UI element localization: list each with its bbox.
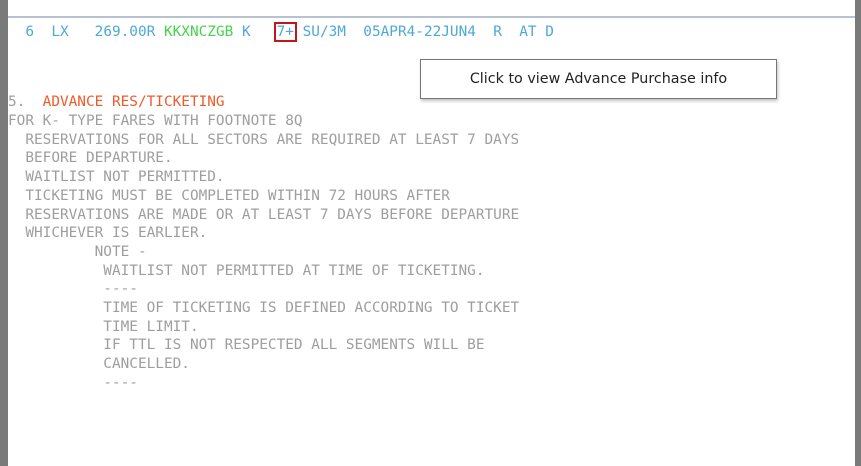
fare-line-number: 6 <box>25 24 34 40</box>
window-right-border <box>855 0 861 466</box>
fare-row[interactable]: 6 LX 269.00R KKXNCZGB K 7+ SU/3M 05APR4-… <box>8 22 554 42</box>
min-max-stay[interactable]: SU/3M <box>303 24 346 40</box>
rule-text-line: ---- <box>8 374 138 391</box>
rule-text-line: CANCELLED. <box>8 356 190 373</box>
rule-section-header: 5. ADVANCE RES/TICKETING <box>8 93 225 112</box>
rule-text-line: ---- <box>8 281 138 298</box>
advance-purchase-tooltip: Click to view Advance Purchase info <box>420 59 777 99</box>
rule-text-line: FOR K- TYPE FARES WITH FOOTNOTE 8Q <box>8 113 303 129</box>
tooltip-text: Click to view Advance Purchase info <box>469 71 728 87</box>
window-left-border <box>0 0 8 466</box>
travel-dates: 05APR4-22JUN4 <box>363 24 476 40</box>
fare-display-window: 6 LX 269.00R KKXNCZGB K 7+ SU/3M 05APR4-… <box>0 0 861 466</box>
fare-basis[interactable]: KKXNCZGB <box>164 24 233 40</box>
rule-text-line: NOTE - <box>8 243 147 260</box>
fare-amount: 269.00R <box>94 24 156 40</box>
booking-class: K <box>241 24 251 40</box>
rule-text-line: TIME OF TICKETING IS DEFINED ACCORDING T… <box>8 300 520 316</box>
rule-text-line: WHICHEVER IS EARLIER. <box>8 225 208 242</box>
rule-text-line: IF TTL IS NOT RESPECTED ALL SEGMENTS WIL… <box>8 337 485 354</box>
rule-text-line: BEFORE DEPARTURE. <box>8 150 173 167</box>
carrier-code: LX <box>51 24 69 40</box>
rule-text-line: TICKETING MUST BE COMPLETED WITHIN 72 HO… <box>8 187 450 204</box>
rule-text-line: WAITLIST NOT PERMITTED AT TIME OF TICKET… <box>8 262 485 279</box>
rule-section-title[interactable]: ADVANCE RES/TICKETING <box>43 94 225 110</box>
fare-type: R <box>493 24 502 40</box>
rule-text-line: WAITLIST NOT PERMITTED. <box>8 169 225 186</box>
rule-section-number: 5. <box>8 94 26 110</box>
rule-text-line: RESERVATIONS ARE MADE OR AT LEAST 7 DAYS… <box>8 206 520 223</box>
rule-text-line: RESERVATIONS FOR ALL SECTORS ARE REQUIRE… <box>8 131 520 148</box>
rule-text-line: TIME LIMIT. <box>8 318 199 335</box>
fare-flags: AT D <box>519 24 554 40</box>
